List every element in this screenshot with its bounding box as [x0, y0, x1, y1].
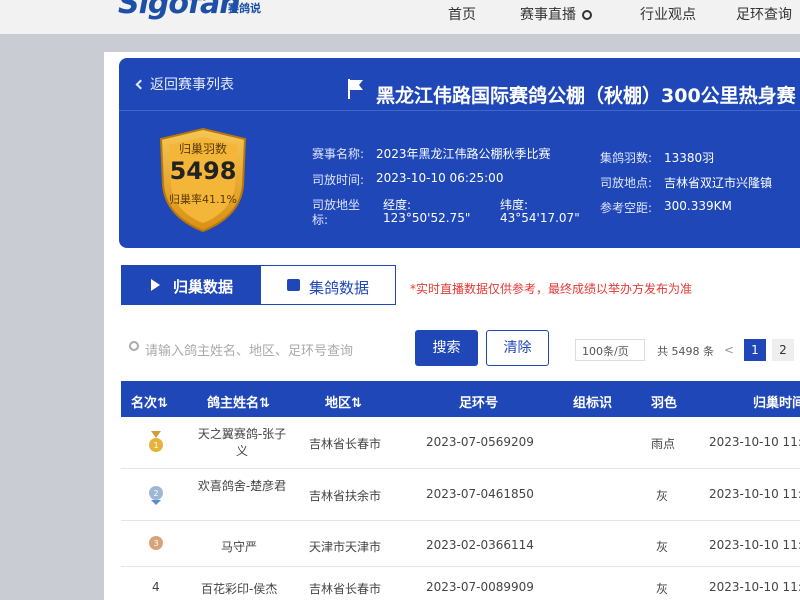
page-1-button[interactable]: 1 — [744, 339, 766, 361]
truck-icon — [287, 279, 300, 291]
latitude-value: 43°54'17.07" — [500, 211, 580, 225]
live-data-notice: *实时直播数据仅供参考，最终成绩以举办方发布为准 — [410, 282, 693, 296]
release-time-label: 司放时间: — [312, 173, 365, 187]
site-logo[interactable]: Sigofan — [118, 0, 241, 21]
race-name-label: 赛事名称: — [312, 147, 365, 161]
homing-time: 2023-10-10 11:14 — [709, 538, 800, 552]
homing-time: 2023-10-10 11:15 — [709, 580, 800, 594]
svg-text:2: 2 — [153, 489, 158, 498]
distance-value: 300.339KM — [664, 199, 732, 213]
nav-live-label: 赛事直播 — [520, 7, 576, 23]
chevron-left-icon — [135, 79, 146, 90]
th-time: 归巢时间 — [753, 396, 800, 411]
banner-divider — [119, 110, 800, 111]
homing-rate: 归巢率41.1% — [169, 193, 237, 206]
race-title: 黑龙江伟路国际赛鸽公棚（秋棚）300公里热身赛 — [376, 85, 796, 107]
search-placeholder: 请输入鸽主姓名、地区、足环号查询 — [145, 344, 354, 359]
nav-live[interactable]: 赛事直播 — [520, 4, 592, 24]
th-color: 羽色 — [651, 396, 678, 411]
tab-collection-data[interactable]: 集鸽数据 — [260, 265, 396, 305]
ring-number: 2023-07-0569209 — [426, 435, 534, 449]
table-row[interactable]: 3 马守严 天津市天津市 2023-02-0366114 灰 2023-10-1… — [121, 521, 800, 567]
bird-count-label: 集鸽羽数: — [600, 151, 653, 165]
table-row[interactable]: 2 欢喜鸽舍-楚彦君 吉林省扶余市 2023-07-0461850 灰 2023… — [121, 469, 800, 521]
play-icon — [151, 279, 160, 291]
search-input[interactable]: 请输入鸽主姓名、地区、足环号查询 — [121, 331, 401, 365]
th-owner[interactable]: 鸽主姓名⇅ — [207, 392, 270, 411]
homing-time: 2023-10-10 11:13 — [709, 435, 800, 449]
table-header: 名次⇅ 鸽主姓名⇅ 地区⇅ 足环号 组标识 羽色 归巢时间 — [121, 381, 800, 417]
homing-time: 2023-10-10 11:14 — [709, 487, 800, 501]
silver-medal-icon: 2 — [149, 486, 163, 505]
homing-count-value: 5498 — [169, 157, 237, 185]
release-time-value: 2023-10-10 06:25:00 — [376, 171, 504, 185]
tab-homing-data[interactable]: 归巢数据 — [121, 265, 260, 305]
rank-number: 4 — [152, 580, 160, 594]
th-rank[interactable]: 名次⇅ — [131, 392, 168, 411]
svg-text:1: 1 — [153, 441, 158, 450]
table-row[interactable]: 1 天之翼赛鸽-张子义 吉林省长春市 2023-07-0569209 雨点 20… — [121, 417, 800, 469]
release-place-value: 吉林省双辽市兴隆镇 — [664, 176, 773, 190]
site-logo-cn: 赛鸽说 — [228, 2, 261, 15]
owner-name: 欢喜鸽舍-楚彦君 — [197, 479, 287, 493]
back-link-label: 返回赛事列表 — [150, 77, 234, 93]
total-count: 共 5498 条 — [657, 345, 714, 358]
live-icon — [582, 10, 592, 20]
ring-number: 2023-07-0089909 — [426, 580, 534, 594]
distance-label: 参考空距: — [600, 201, 653, 215]
feather-color: 灰 — [656, 540, 669, 554]
release-place-label: 司放地点: — [600, 176, 653, 190]
table-row[interactable]: 4 百花彩印-侯杰 吉林省长春市 2023-07-0089909 灰 2023-… — [121, 567, 800, 600]
nav-opinion[interactable]: 行业观点 — [640, 4, 696, 24]
feather-color: 雨点 — [651, 437, 676, 451]
svg-text:3: 3 — [153, 539, 158, 548]
owner-name: 天之翼赛鸽-张子义 — [197, 427, 287, 458]
search-button[interactable]: 搜索 — [415, 330, 478, 366]
bronze-medal-icon: 3 — [149, 536, 163, 550]
region: 吉林省扶余市 — [309, 489, 382, 503]
owner-name: 马守严 — [221, 540, 258, 554]
page-2-button[interactable]: 2 — [772, 339, 794, 361]
feather-color: 灰 — [656, 582, 669, 596]
owner-name: 百花彩印-侯杰 — [201, 582, 278, 596]
feather-color: 灰 — [656, 489, 669, 503]
nav-ring-search[interactable]: 足环查询 — [736, 4, 792, 24]
clear-button[interactable]: 清除 — [486, 330, 549, 366]
search-icon — [129, 341, 139, 351]
th-ring: 足环号 — [459, 396, 499, 411]
flag-icon — [348, 79, 363, 99]
th-group: 组标识 — [573, 396, 613, 411]
back-to-race-list-link[interactable]: 返回赛事列表 — [135, 74, 234, 94]
bird-count-value: 13380羽 — [664, 151, 715, 165]
gold-medal-icon: 1 — [149, 431, 163, 452]
ring-number: 2023-07-0461850 — [426, 487, 534, 501]
tab-collection-label: 集鸽数据 — [309, 279, 370, 297]
region: 天津市天津市 — [309, 540, 382, 554]
region: 吉林省长春市 — [309, 582, 382, 596]
longitude-value: 123°50'52.75" — [383, 211, 471, 225]
coord-label-2: 标: — [312, 213, 329, 227]
homing-count-label: 归巢羽数 — [178, 142, 227, 156]
prev-page-button[interactable]: < — [718, 339, 740, 361]
top-nav-bar: Sigofan 赛鸽说 首页 赛事直播 行业观点 足环查询 — [0, 0, 800, 34]
region: 吉林省长春市 — [309, 437, 382, 451]
race-name-value: 2023年黑龙江伟路公棚秋季比赛 — [376, 147, 551, 161]
nav-home[interactable]: 首页 — [448, 4, 476, 24]
page-size-select[interactable]: 100条/页 — [575, 339, 645, 361]
tab-homing-label: 归巢数据 — [173, 278, 234, 296]
th-region[interactable]: 地区⇅ — [325, 392, 362, 411]
ring-number: 2023-02-0366114 — [426, 538, 534, 552]
